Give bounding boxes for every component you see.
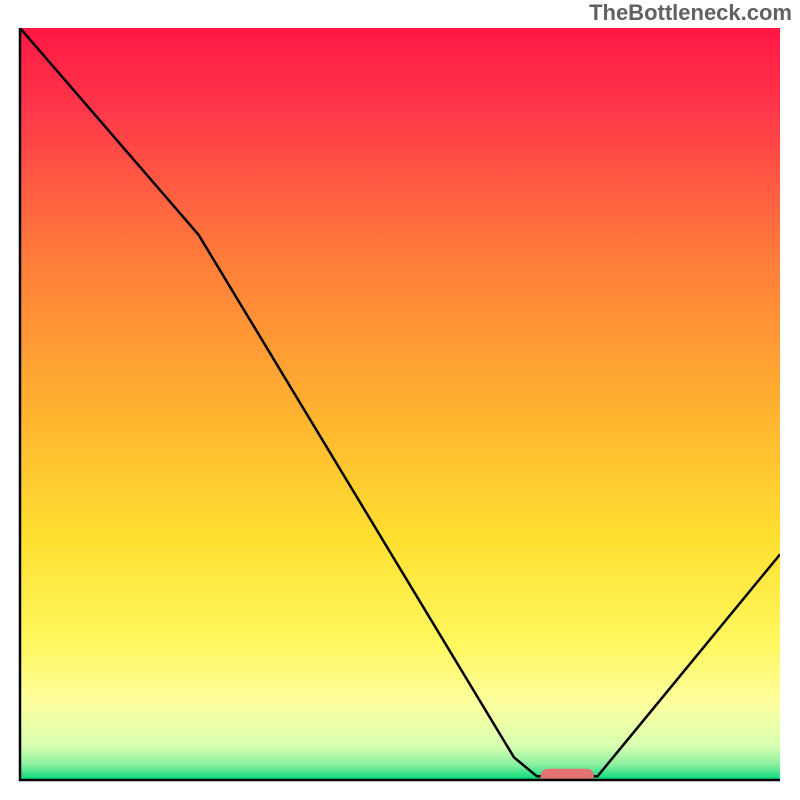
gradient-background: [20, 28, 780, 780]
bottleneck-chart: [0, 0, 800, 800]
optimal-marker: [541, 769, 594, 784]
chart-container: TheBottleneck.com: [0, 0, 800, 800]
watermark-text: TheBottleneck.com: [589, 0, 792, 26]
